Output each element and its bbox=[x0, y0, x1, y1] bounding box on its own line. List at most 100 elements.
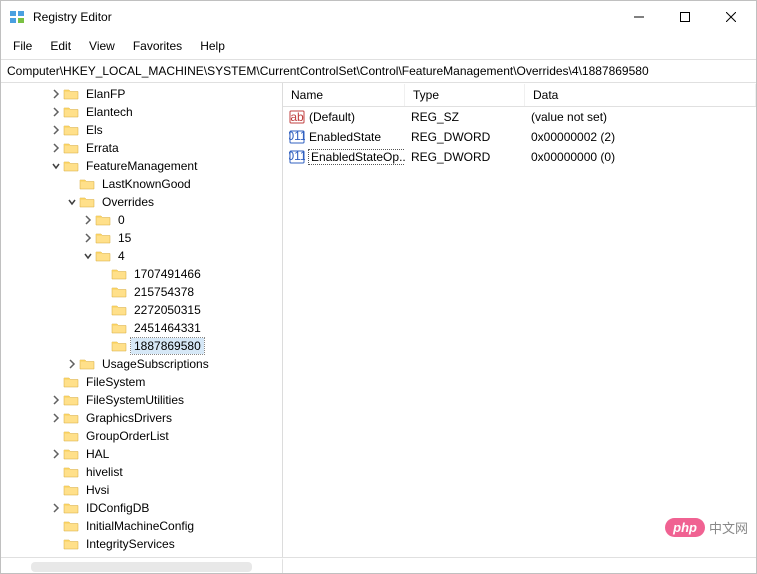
tree-item[interactable]: IDConfigDB bbox=[1, 499, 282, 517]
chevron-down-icon[interactable] bbox=[49, 159, 63, 173]
tree-item-label: LastKnownGood bbox=[99, 176, 194, 192]
tree-item[interactable]: 15 bbox=[1, 229, 282, 247]
value-type-cell: REG_DWORD bbox=[405, 128, 525, 146]
tree-item-label: FileSystem bbox=[83, 374, 148, 390]
tree-item[interactable]: FeatureManagement bbox=[1, 157, 282, 175]
tree-item-label: InitialMachineConfig bbox=[83, 518, 197, 534]
tree-item[interactable]: Els bbox=[1, 121, 282, 139]
value-data-cell: 0x00000000 (0) bbox=[525, 148, 756, 166]
tree-item[interactable]: Errata bbox=[1, 139, 282, 157]
chevron-right-icon[interactable] bbox=[49, 123, 63, 137]
folder-icon bbox=[63, 123, 79, 137]
tree-item-label: 215754378 bbox=[131, 284, 197, 300]
chevron-right-icon[interactable] bbox=[81, 213, 95, 227]
regedit-app-icon bbox=[9, 9, 25, 25]
chevron-down-icon[interactable] bbox=[81, 249, 95, 263]
chevron-right-icon[interactable] bbox=[49, 105, 63, 119]
tree-item[interactable]: Overrides bbox=[1, 193, 282, 211]
watermark-badge: php bbox=[665, 518, 705, 537]
tree-item[interactable]: 0 bbox=[1, 211, 282, 229]
tree-item-label: FeatureManagement bbox=[83, 158, 200, 174]
column-header-data[interactable]: Data bbox=[525, 84, 756, 106]
list-row[interactable]: 011EnabledStateREG_DWORD0x00000002 (2) bbox=[283, 127, 756, 147]
tree-item[interactable]: UsageSubscriptions bbox=[1, 355, 282, 373]
tree-item[interactable]: International bbox=[1, 553, 282, 557]
close-button[interactable] bbox=[708, 1, 754, 33]
menu-item-favorites[interactable]: Favorites bbox=[125, 35, 190, 57]
address-bar[interactable]: Computer\HKEY_LOCAL_MACHINE\SYSTEM\Curre… bbox=[1, 60, 756, 83]
folder-icon bbox=[63, 105, 79, 119]
window-title: Registry Editor bbox=[33, 10, 616, 24]
chevron-right-icon[interactable] bbox=[81, 231, 95, 245]
list-row[interactable]: 011EnabledStateOp...REG_DWORD0x00000000 … bbox=[283, 147, 756, 167]
tree-item[interactable]: GroupOrderList bbox=[1, 427, 282, 445]
list-row[interactable]: ab(Default)REG_SZ(value not set) bbox=[283, 107, 756, 127]
value-type-cell: REG_SZ bbox=[405, 108, 525, 126]
chevron-right-icon[interactable] bbox=[49, 87, 63, 101]
tree-item[interactable]: InitialMachineConfig bbox=[1, 517, 282, 535]
value-name-cell: 011EnabledState bbox=[283, 127, 405, 147]
tree-item[interactable]: GraphicsDrivers bbox=[1, 409, 282, 427]
chevron-right-icon[interactable] bbox=[65, 357, 79, 371]
dword-value-icon: 011 bbox=[289, 149, 305, 165]
tree-item[interactable]: 2272050315 bbox=[1, 301, 282, 319]
tree-item-label: 0 bbox=[115, 212, 128, 228]
tree-item[interactable]: Hvsi bbox=[1, 481, 282, 499]
tree-item-label: Overrides bbox=[99, 194, 157, 210]
maximize-button[interactable] bbox=[662, 1, 708, 33]
svg-text:011: 011 bbox=[289, 149, 305, 163]
chevron-right-icon[interactable] bbox=[49, 141, 63, 155]
tree-item[interactable]: LastKnownGood bbox=[1, 175, 282, 193]
value-name-cell: 011EnabledStateOp... bbox=[283, 147, 405, 167]
chevron-right-icon[interactable] bbox=[49, 555, 63, 557]
tree-item[interactable]: Elantech bbox=[1, 103, 282, 121]
tree-item-label: International bbox=[83, 554, 155, 557]
chevron-right-icon[interactable] bbox=[49, 447, 63, 461]
folder-icon bbox=[111, 321, 127, 335]
menu-item-edit[interactable]: Edit bbox=[42, 35, 79, 57]
status-bar bbox=[1, 557, 756, 573]
folder-icon bbox=[95, 213, 111, 227]
tree-pane[interactable]: ElanFPElantechElsErrata FeatureManagement… bbox=[1, 83, 283, 557]
list-header: Name Type Data bbox=[283, 83, 756, 107]
chevron-right-icon[interactable] bbox=[49, 411, 63, 425]
folder-icon bbox=[63, 411, 79, 425]
tree-item[interactable]: 2451464331 bbox=[1, 319, 282, 337]
chevron-right-icon[interactable] bbox=[49, 393, 63, 407]
menu-item-view[interactable]: View bbox=[81, 35, 123, 57]
column-header-name[interactable]: Name bbox=[283, 84, 405, 106]
folder-icon bbox=[111, 303, 127, 317]
tree-item[interactable]: 1887869580 bbox=[1, 337, 282, 355]
tree-item[interactable]: 4 bbox=[1, 247, 282, 265]
tree-item-label: HAL bbox=[83, 446, 112, 462]
column-header-type[interactable]: Type bbox=[405, 84, 525, 106]
folder-icon bbox=[63, 519, 79, 533]
folder-icon bbox=[111, 285, 127, 299]
tree-item-label: Errata bbox=[83, 140, 122, 156]
tree-item[interactable]: hivelist bbox=[1, 463, 282, 481]
tree-item-label: 1707491466 bbox=[131, 266, 204, 282]
menu-item-help[interactable]: Help bbox=[192, 35, 233, 57]
chevron-down-icon[interactable] bbox=[65, 195, 79, 209]
tree-item-label: 1887869580 bbox=[131, 338, 204, 354]
tree-item-label: 4 bbox=[115, 248, 128, 264]
tree-item[interactable]: HAL bbox=[1, 445, 282, 463]
menu-item-file[interactable]: File bbox=[5, 35, 40, 57]
tree-horizontal-scrollbar[interactable] bbox=[31, 562, 252, 572]
tree-item-label: FileSystemUtilities bbox=[83, 392, 187, 408]
tree-item-label: 15 bbox=[115, 230, 134, 246]
tree-item[interactable]: FileSystem bbox=[1, 373, 282, 391]
minimize-button[interactable] bbox=[616, 1, 662, 33]
dword-value-icon: 011 bbox=[289, 129, 305, 145]
chevron-right-icon[interactable] bbox=[49, 501, 63, 515]
tree-item[interactable]: IntegrityServices bbox=[1, 535, 282, 553]
tree-item[interactable]: FileSystemUtilities bbox=[1, 391, 282, 409]
menubar: FileEditViewFavoritesHelp bbox=[1, 33, 756, 60]
folder-icon bbox=[79, 177, 95, 191]
tree-item-label: 2272050315 bbox=[131, 302, 204, 318]
tree-item[interactable]: 215754378 bbox=[1, 283, 282, 301]
tree-item[interactable]: ElanFP bbox=[1, 85, 282, 103]
tree-item[interactable]: 1707491466 bbox=[1, 265, 282, 283]
values-pane[interactable]: Name Type Data ab(Default)REG_SZ(value n… bbox=[283, 83, 756, 557]
tree-item-label: hivelist bbox=[83, 464, 126, 480]
